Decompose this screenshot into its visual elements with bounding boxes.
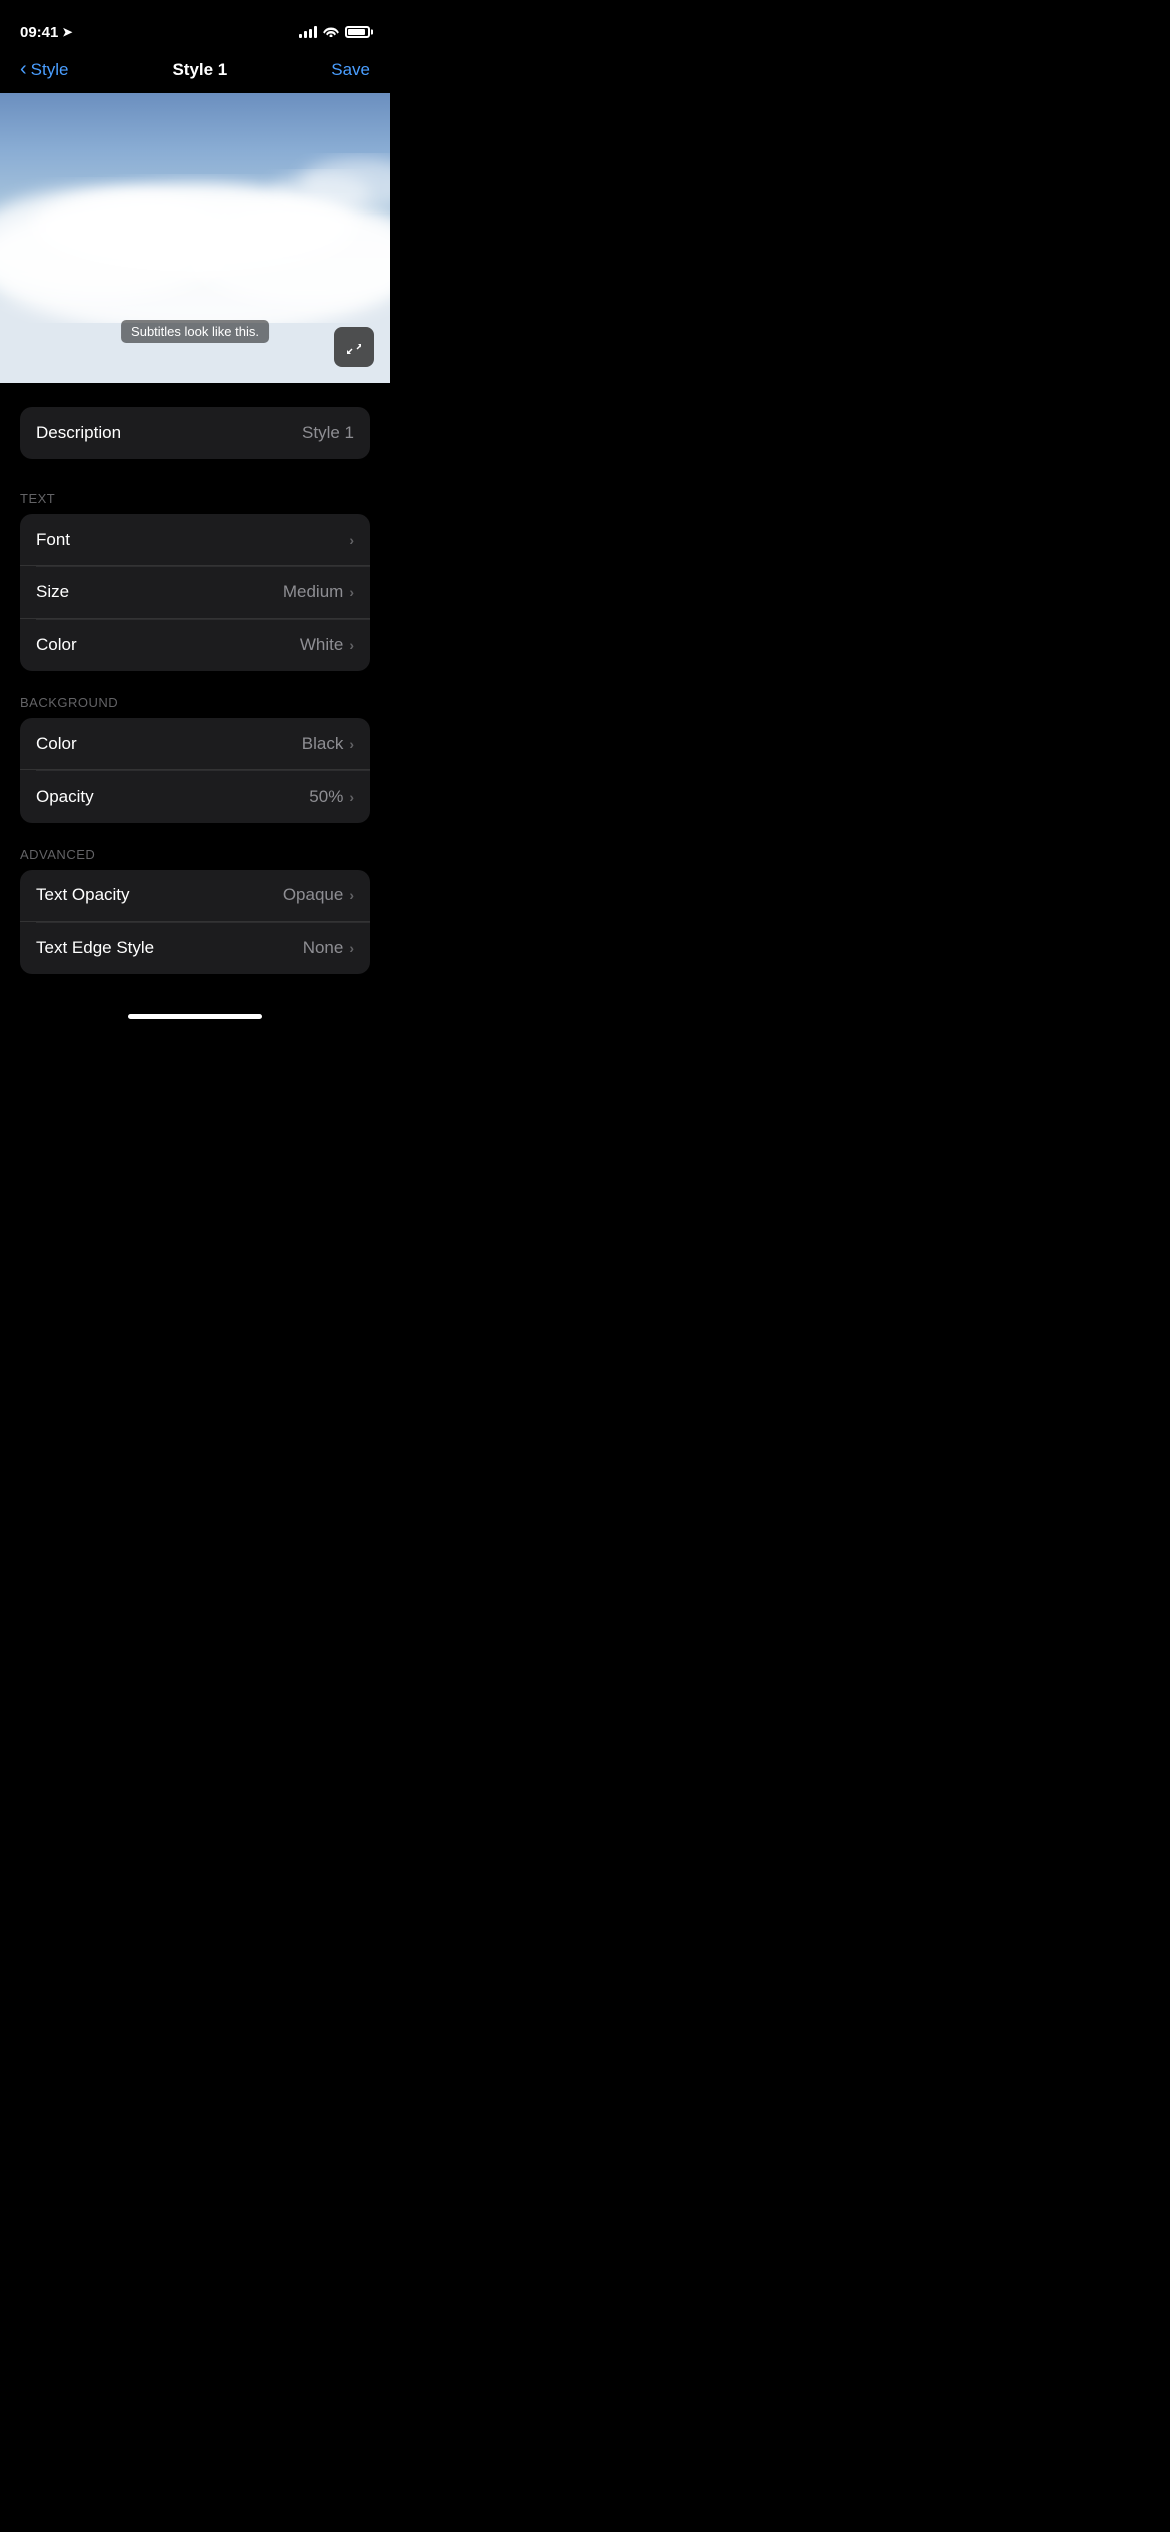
signal-icon [299,26,317,38]
text-edge-value-text: None [303,938,344,958]
opacity-value: 50% › [309,787,354,807]
text-color-value-text: White [300,635,343,655]
text-opacity-value-text: Opaque [283,885,344,905]
opacity-chevron-icon: › [349,789,354,805]
expand-button[interactable] [334,327,374,367]
expand-icon [344,337,364,357]
text-opacity-value: Opaque › [283,885,354,905]
opacity-row[interactable]: Opacity 50% › [20,771,370,823]
text-color-row[interactable]: Color White › [20,619,370,671]
description-row[interactable]: Description Style 1 [20,407,370,459]
text-group: Font › Size Medium › Color White › [20,514,370,671]
bg-color-label: Color [36,734,77,754]
subtitle-text: Subtitles look like this. [131,324,259,339]
background-group: Color Black › Opacity 50% › [20,718,370,823]
background-section-header: BACKGROUND [0,671,390,718]
wifi-icon [323,25,339,40]
nav-title: Style 1 [172,60,227,80]
text-opacity-chevron-icon: › [349,887,354,903]
home-bar [128,1014,262,1019]
home-indicator [0,1006,390,1023]
text-edge-row[interactable]: Text Edge Style None › [20,922,370,974]
subtitle-preview-area: Subtitles look like this. [0,93,390,383]
font-value: › [349,532,354,548]
save-button[interactable]: Save [331,60,370,80]
opacity-label: Opacity [36,787,94,807]
status-time: 09:41 ➤ [20,24,72,41]
subtitle-preview-text: Subtitles look like this. [121,320,269,343]
cloud-background [0,143,390,323]
description-label: Description [36,423,121,443]
text-color-value: White › [300,635,354,655]
battery-icon [345,26,370,38]
text-edge-value: None › [303,938,354,958]
text-edge-chevron-icon: › [349,940,354,956]
advanced-section-header: ADVANCED [0,823,390,870]
font-label: Font [36,530,70,550]
description-section: Description Style 1 [0,383,390,467]
description-value: Style 1 [302,423,354,443]
text-section-header: TEXT [0,467,390,514]
description-group: Description Style 1 [20,407,370,459]
time-label: 09:41 [20,24,58,41]
advanced-group: Text Opacity Opaque › Text Edge Style No… [20,870,370,975]
text-color-chevron-icon: › [349,637,354,653]
size-value: Medium › [283,582,354,602]
back-chevron-icon: ‹ [20,58,27,81]
back-label: Style [31,60,69,80]
text-opacity-row[interactable]: Text Opacity Opaque › [20,870,370,922]
bg-color-value-text: Black [302,734,344,754]
status-bar: 09:41 ➤ [0,0,390,50]
description-value-text: Style 1 [302,423,354,443]
text-section-body: Font › Size Medium › Color White › [0,514,390,671]
location-icon: ➤ [62,25,72,39]
size-label: Size [36,582,69,602]
font-row[interactable]: Font › [20,514,370,566]
opacity-value-text: 50% [309,787,343,807]
bg-color-chevron-icon: › [349,736,354,752]
settings-content: Description Style 1 TEXT Font › Size Med… [0,383,390,1063]
size-chevron-icon: › [349,584,354,600]
text-edge-label: Text Edge Style [36,938,154,958]
back-button[interactable]: ‹ Style [20,58,68,81]
advanced-section-body: Text Opacity Opaque › Text Edge Style No… [0,870,390,975]
status-icons [299,25,370,40]
size-value-text: Medium [283,582,343,602]
text-opacity-label: Text Opacity [36,885,130,905]
bg-color-row[interactable]: Color Black › [20,718,370,770]
font-chevron-icon: › [349,532,354,548]
background-section-body: Color Black › Opacity 50% › [0,718,390,823]
navigation-bar: ‹ Style Style 1 Save [0,50,390,93]
bg-color-value: Black › [302,734,354,754]
text-color-label: Color [36,635,77,655]
size-row[interactable]: Size Medium › [20,567,370,619]
